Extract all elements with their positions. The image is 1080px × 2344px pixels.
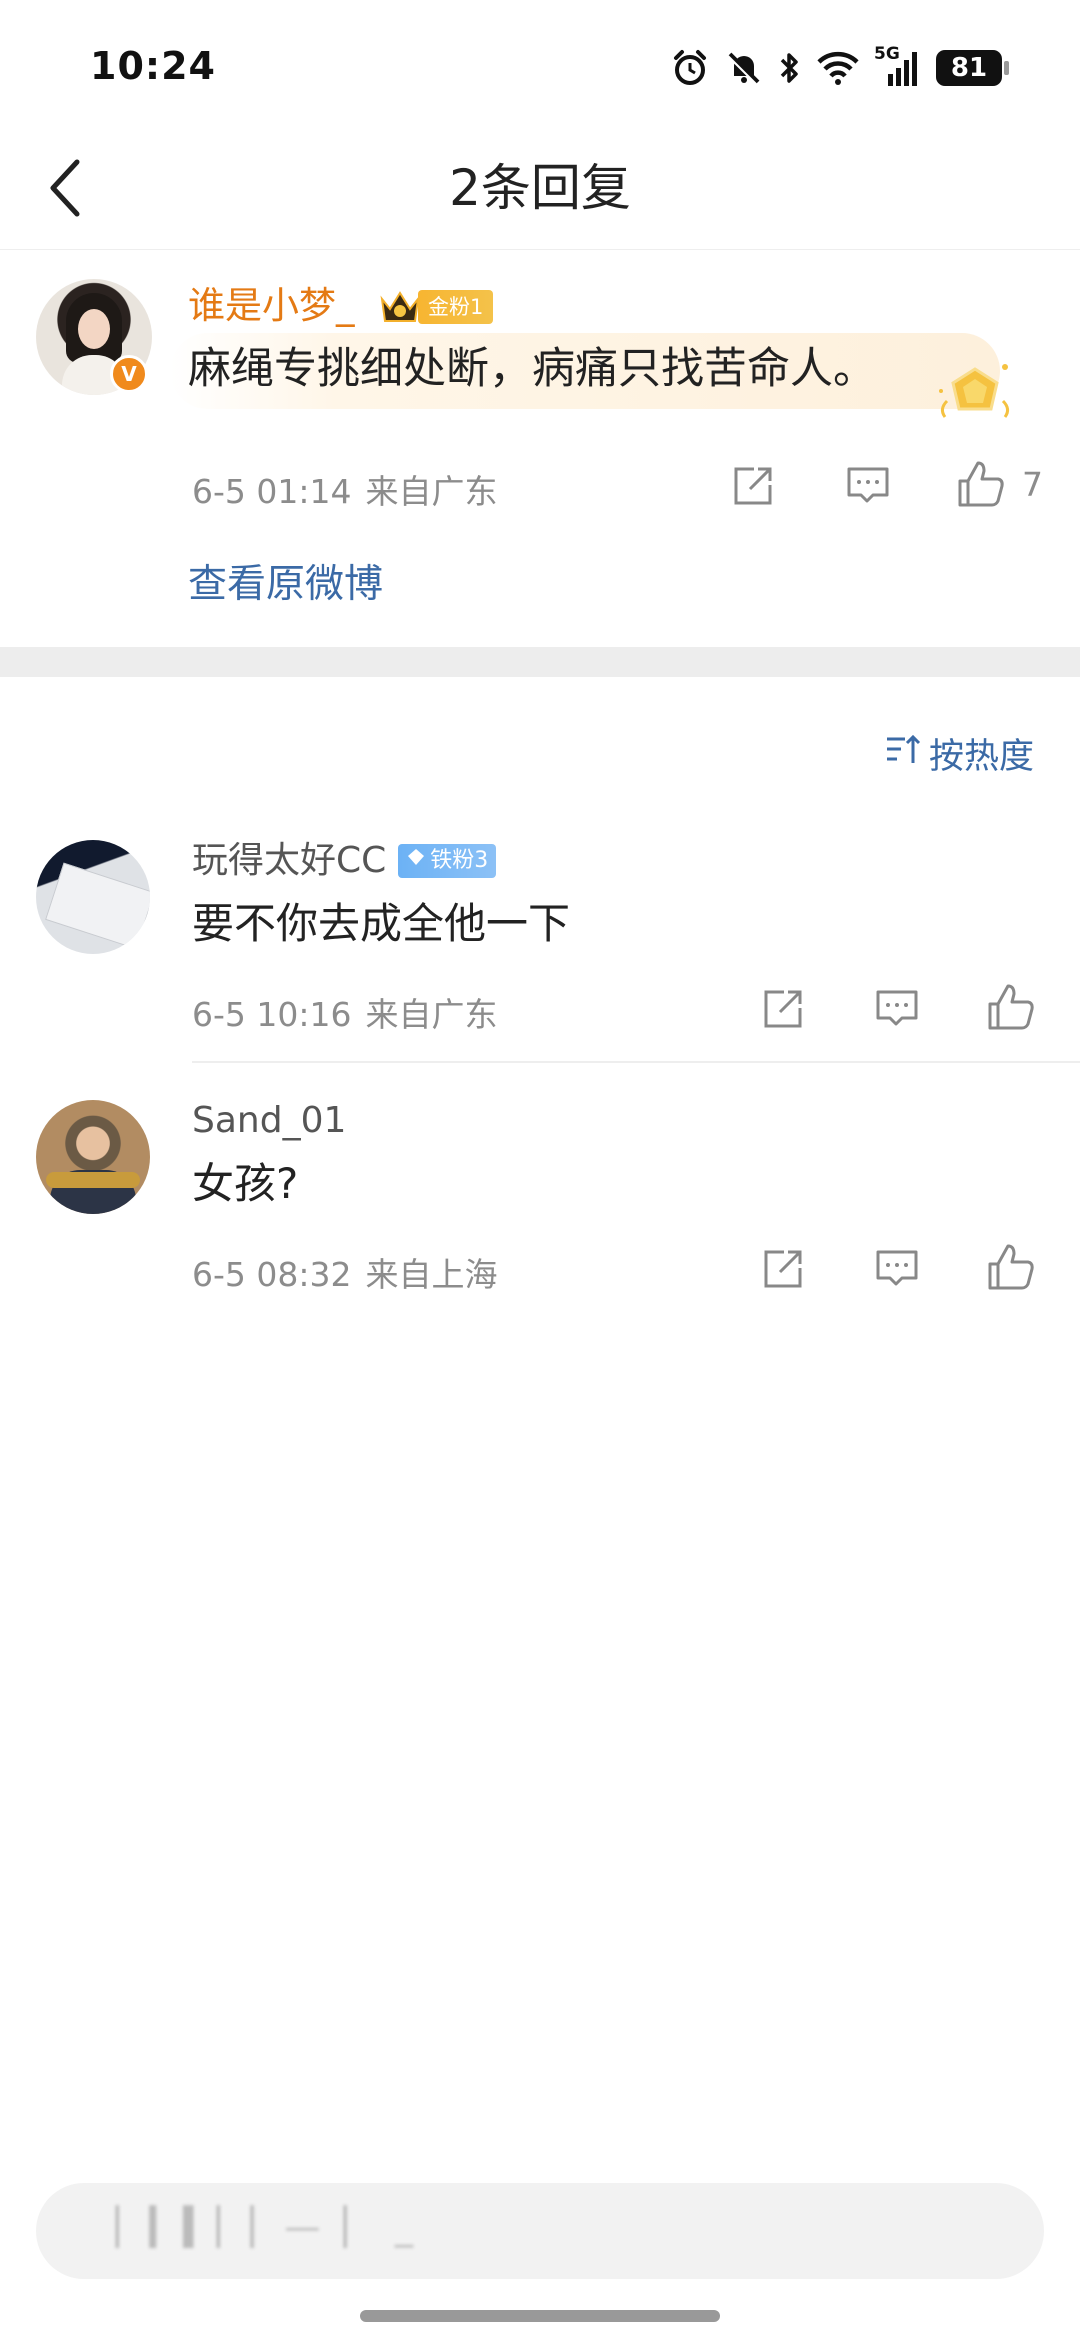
share-button[interactable]	[730, 463, 776, 509]
thumbs-up-icon	[986, 1242, 1036, 1292]
header: 2条回复	[0, 130, 1080, 250]
main-comment: V 谁是小梦_ 金粉1 麻绳专挑细处断，病痛只找苦命人。 6-5 01:14 来自…	[0, 251, 1080, 647]
comment-icon	[845, 463, 891, 509]
comment-button[interactable]	[845, 463, 891, 509]
like-button[interactable]	[986, 1242, 1036, 1292]
share-button[interactable]	[760, 986, 806, 1032]
share-icon	[760, 986, 806, 1032]
reply-username[interactable]: Sand_01	[192, 1096, 346, 1146]
reply-item: 玩得太好CC 铁粉3 要不你去成全他一下 6-5 10:16 来自广东	[0, 820, 1080, 1060]
alarm-icon	[670, 48, 710, 88]
fan-badge[interactable]: 铁粉3	[398, 844, 497, 878]
reply-header: Sand_01	[192, 1096, 346, 1146]
reply-item: Sand_01 女孩? 6-5 08:32 来自上海	[0, 1080, 1080, 1320]
reply-time: 6-5 08:32	[192, 1255, 352, 1294]
bluetooth-icon	[778, 48, 802, 88]
section-divider	[0, 647, 1080, 677]
page-title: 2条回复	[449, 159, 631, 217]
sort-button[interactable]: 按热度	[885, 728, 1034, 779]
verified-badge-icon: V	[110, 355, 148, 393]
reply-input-placeholder: ▏▎▍▏▏— ▏ _	[116, 2207, 419, 2248]
status-icons: 5G 81	[670, 44, 1009, 92]
reply-header: 玩得太好CC 铁粉3	[192, 836, 497, 886]
reply-text: 要不你去成全他一下	[192, 899, 571, 948]
reply-text: 女孩?	[192, 1159, 299, 1208]
signal-icon: 5G	[874, 44, 922, 90]
like-count: 7	[1022, 464, 1043, 504]
thumbs-up-icon	[956, 459, 1006, 509]
medal-icon	[935, 361, 1015, 431]
comment-location: 来自广东	[365, 472, 498, 511]
view-original-post-link[interactable]: 查看原微博	[188, 553, 383, 609]
reply-divider	[192, 1061, 1080, 1063]
like-button[interactable]: 7	[956, 459, 1043, 509]
comment-meta: 6-5 01:14 来自广东	[192, 465, 498, 513]
reply-location: 来自广东	[365, 995, 498, 1034]
battery-indicator: 81	[936, 50, 1009, 86]
reply-location: 来自上海	[365, 1255, 498, 1294]
diamond-icon	[406, 836, 426, 886]
fan-badge[interactable]: 金粉1	[378, 287, 494, 327]
reply-meta: 6-5 08:32 来自上海	[192, 1248, 498, 1296]
mute-bell-icon	[724, 48, 764, 88]
reply-input[interactable]: ▏▎▍▏▏— ▏ _	[36, 2183, 1044, 2279]
avatar[interactable]	[36, 1100, 150, 1214]
fan-badge-label: 金粉1	[418, 290, 494, 324]
fan-badge-label: 铁粉3	[430, 848, 489, 873]
comment-icon	[874, 986, 920, 1032]
comment-time: 6-5 01:14	[192, 472, 352, 511]
comment-icon	[874, 1246, 920, 1292]
like-button[interactable]	[986, 982, 1036, 1032]
reply-meta: 6-5 10:16 来自广东	[192, 988, 498, 1036]
comment-text: 麻绳专挑细处断，病痛只找苦命人。	[188, 344, 876, 394]
thumbs-up-icon	[986, 982, 1036, 1032]
comment-username[interactable]: 谁是小梦_	[188, 281, 355, 331]
reply-username[interactable]: 玩得太好CC	[192, 836, 386, 886]
avatar[interactable]	[36, 840, 150, 954]
status-bar: 10:24 5G 81	[0, 0, 1080, 130]
crown-icon	[378, 287, 422, 327]
share-icon	[730, 463, 776, 509]
battery-level: 81	[950, 53, 988, 83]
sort-icon	[885, 731, 921, 776]
comment-button[interactable]	[874, 1246, 920, 1292]
share-button[interactable]	[760, 1246, 806, 1292]
wifi-icon	[816, 48, 860, 88]
comment-button[interactable]	[874, 986, 920, 1032]
sort-label: 按热度	[928, 737, 1034, 777]
status-time: 10:24	[90, 44, 216, 88]
home-indicator[interactable]	[360, 2310, 720, 2322]
reply-time: 6-5 10:16	[192, 995, 352, 1034]
share-icon	[760, 1246, 806, 1292]
